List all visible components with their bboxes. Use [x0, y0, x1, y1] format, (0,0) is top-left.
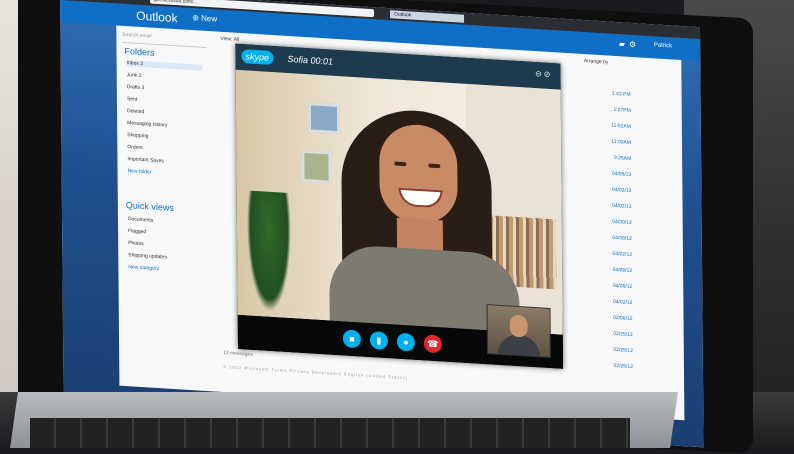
- video-person-face: [378, 122, 458, 226]
- arrange-by[interactable]: Arrange by: [584, 58, 609, 66]
- new-button[interactable]: ⊕ New: [192, 13, 217, 24]
- caller-name: Sofia: [287, 53, 309, 66]
- folder-label: Inbox: [126, 60, 139, 67]
- folder-sent[interactable]: Sent: [127, 96, 137, 103]
- sidebar: Search email Folders Inbox 3 Junk 2 Draf…: [116, 25, 215, 391]
- folder-count: 3: [141, 84, 145, 92]
- folder-label: Drafts: [126, 84, 141, 91]
- message-time[interactable]: 02/25/12: [593, 357, 633, 375]
- quick-view-photos[interactable]: Photos: [128, 240, 144, 247]
- mute-button[interactable]: ▮: [369, 330, 388, 351]
- quick-view-shipping[interactable]: Shipping updates: [128, 252, 167, 260]
- video-person-eye: [428, 163, 441, 169]
- self-view-body: [497, 333, 540, 357]
- camera-icon: ■: [349, 333, 355, 345]
- folder-junk[interactable]: Junk 2: [127, 72, 142, 79]
- view-filter[interactable]: View: All: [220, 36, 239, 43]
- popout-icon[interactable]: ⊘: [544, 70, 553, 80]
- window-controls[interactable]: ⊖⊘: [535, 69, 552, 79]
- self-view-video[interactable]: [486, 304, 551, 359]
- chat-icon[interactable]: ▰: [619, 39, 629, 49]
- header-icons[interactable]: ▰⚙: [619, 39, 640, 49]
- new-button-label: New: [201, 13, 218, 24]
- caller-label: Sofia 00:01: [287, 54, 333, 67]
- folder-inbox[interactable]: Inbox 3: [126, 60, 203, 71]
- skype-call-window: skype Sofia 00:01 ⊖⊘ ■ ▮ ● ☎: [235, 43, 564, 369]
- footer-links[interactable]: © 2012 Microsoft Terms Privacy Developer…: [223, 364, 408, 380]
- folder-orders[interactable]: Orders: [127, 144, 142, 151]
- hang-up-icon: ☎: [427, 338, 439, 350]
- laptop-screen: go.microsoft.com/... Outlook Outlook ⊕ N…: [60, 0, 704, 448]
- skype-logo: skype: [241, 49, 274, 66]
- folder-label: Junk: [126, 72, 138, 79]
- folder-important-saves[interactable]: Important Saves: [127, 156, 163, 164]
- self-view-face: [509, 314, 528, 338]
- video-plant: [246, 190, 292, 314]
- keyboard: [30, 418, 630, 448]
- call-duration: 00:01: [310, 55, 334, 67]
- message-times: 1:43 PM 1:27PM 11:52AM 11:00AM 9:25AM 04/06/1…: [591, 84, 634, 375]
- message-count: 13 messages: [223, 349, 253, 358]
- folder-count: 2: [138, 72, 142, 79]
- chat-button[interactable]: ●: [396, 332, 415, 352]
- folder-shopping[interactable]: Shopping: [127, 132, 148, 139]
- quick-view-flagged[interactable]: Flagged: [128, 228, 146, 235]
- user-name[interactable]: Patrick: [654, 42, 672, 49]
- quick-views-heading: Quick views: [125, 200, 174, 213]
- folder-drafts[interactable]: Drafts 3: [127, 84, 145, 91]
- outlook-brand[interactable]: Outlook: [136, 9, 177, 26]
- new-category-link[interactable]: New category: [128, 264, 159, 272]
- quick-view-documents[interactable]: Documents: [128, 216, 153, 224]
- chat-bubble-icon: ●: [403, 337, 409, 348]
- gear-icon[interactable]: ⚙: [629, 40, 640, 50]
- new-folder-link[interactable]: New folder: [128, 168, 152, 175]
- video-person-eye: [394, 161, 407, 167]
- end-call-button[interactable]: ☎: [423, 334, 442, 354]
- folder-deleted[interactable]: Deleted: [127, 108, 144, 115]
- search-input[interactable]: Search email: [122, 31, 207, 48]
- folder-messaging-history[interactable]: Messaging history: [127, 120, 167, 128]
- folders-heading: Folders: [124, 45, 155, 58]
- video-picture-frame: [307, 102, 341, 135]
- folder-count: 3: [140, 60, 144, 68]
- video-picture-frame: [301, 149, 332, 184]
- microphone-icon: ▮: [376, 335, 382, 346]
- remote-video: [235, 69, 563, 335]
- video-toggle-button[interactable]: ■: [342, 329, 361, 349]
